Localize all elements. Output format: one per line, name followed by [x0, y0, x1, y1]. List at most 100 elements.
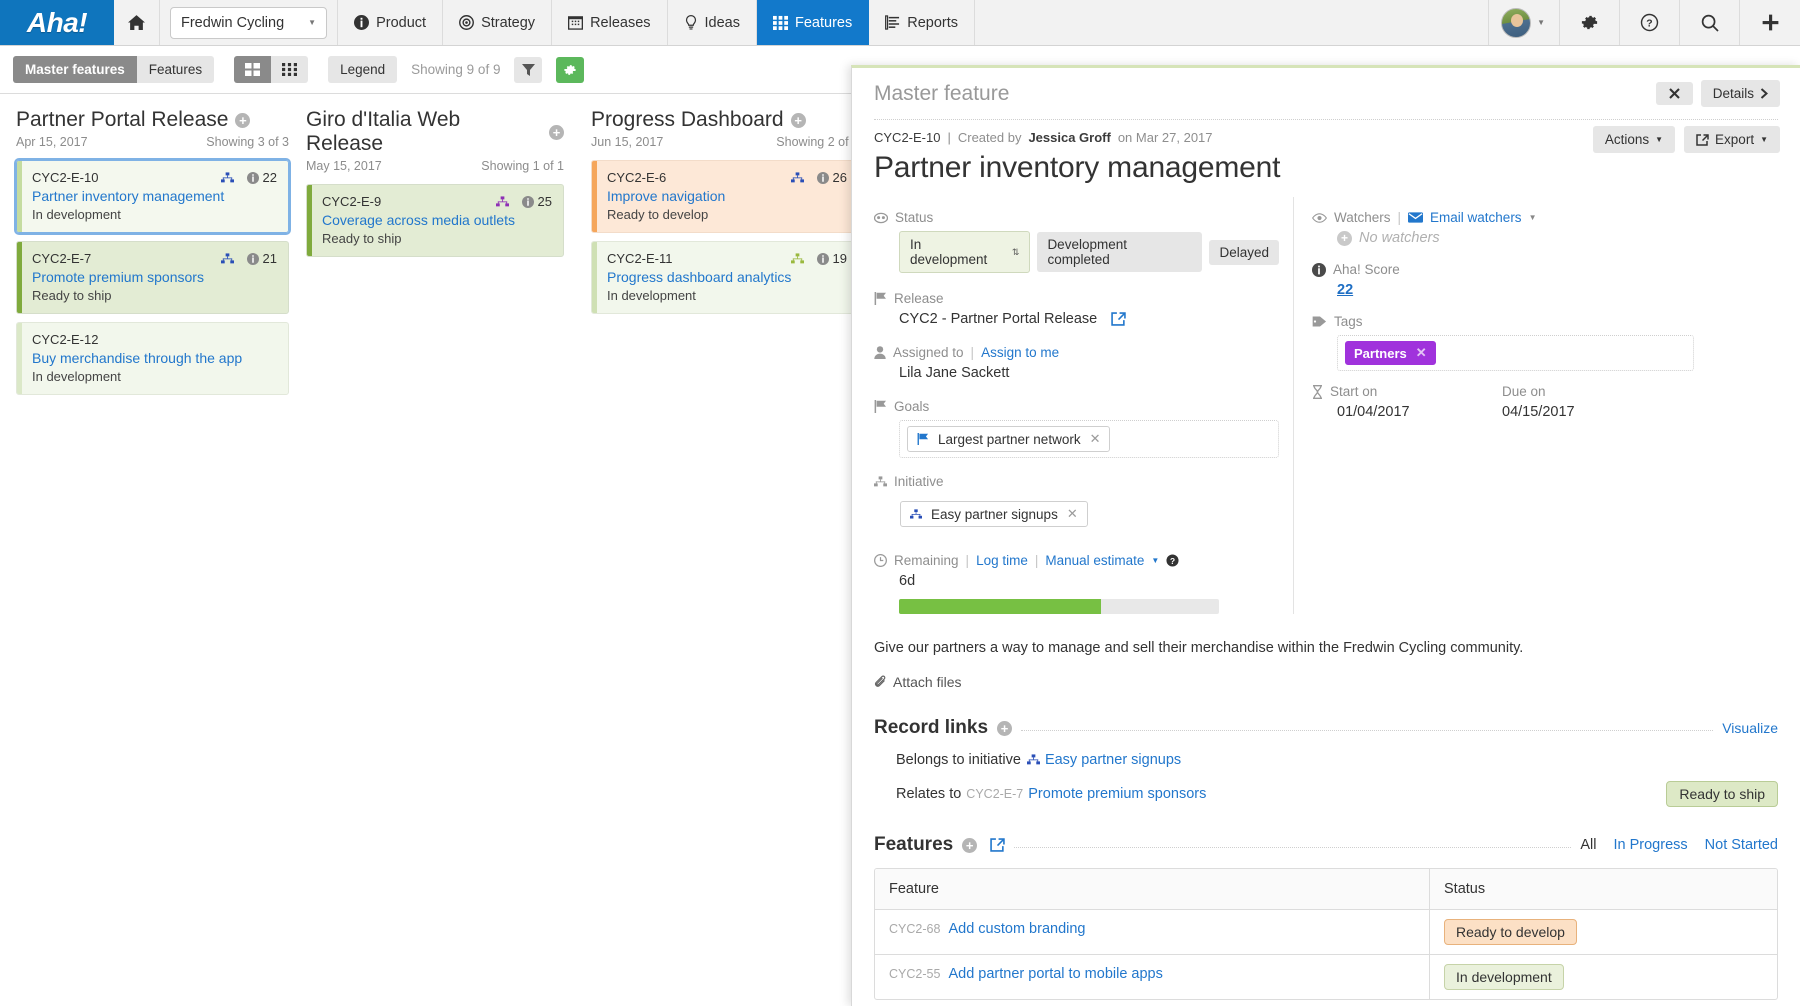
card-score-value: 26: [833, 170, 847, 185]
remove-icon[interactable]: ✕: [1416, 345, 1427, 361]
card-title[interactable]: Partner inventory management: [32, 188, 277, 204]
add-record-link-icon[interactable]: +: [997, 721, 1012, 736]
filter-button[interactable]: [514, 57, 542, 83]
updown-arrows-icon: ⇅: [1012, 248, 1020, 257]
add-feature-icon[interactable]: +: [962, 838, 977, 853]
table-row[interactable]: CYC2-68 Add custom branding Ready to dev…: [875, 910, 1777, 955]
feature-card[interactable]: CYC2-E-11 19 Progress dashboard a: [591, 241, 859, 314]
aha-logo[interactable]: Aha!: [0, 0, 114, 45]
feature-name-link[interactable]: Add partner portal to mobile apps: [948, 966, 1162, 982]
feature-card[interactable]: CYC2-E-7 21 Promote premium spons: [16, 241, 289, 314]
user-menu[interactable]: ▼: [1489, 0, 1560, 45]
visualize-link[interactable]: Visualize: [1722, 720, 1778, 736]
cards-view-button[interactable]: [234, 56, 271, 83]
features-tab-all[interactable]: All: [1580, 837, 1596, 853]
due-date-value[interactable]: 04/15/2017: [1502, 404, 1692, 420]
email-watchers-link[interactable]: Email watchers: [1430, 210, 1522, 225]
nav-item-ideas[interactable]: Ideas: [668, 0, 757, 45]
chevron-down-icon[interactable]: ▼: [1151, 556, 1159, 565]
card-id: CYC2-E-6: [607, 170, 791, 185]
feature-card[interactable]: CYC2-E-10 22 Partner inventory ma: [16, 160, 289, 233]
card-score: 25: [522, 194, 552, 209]
actions-button[interactable]: Actions ▼: [1593, 126, 1675, 153]
card-title[interactable]: Progress dashboard analytics: [607, 269, 847, 285]
help-button[interactable]: ?: [1620, 0, 1680, 45]
nav-item-product[interactable]: Product: [338, 0, 443, 45]
settings-button[interactable]: [1560, 0, 1620, 45]
remove-icon[interactable]: ✕: [1090, 431, 1101, 447]
top-navigation-bar: Aha! Fredwin Cycling ▼ Product Strategy …: [0, 0, 1800, 46]
estimate-mode-link[interactable]: Manual estimate: [1045, 553, 1144, 568]
features-tab-not-started[interactable]: Not Started: [1705, 837, 1778, 853]
attach-files-button[interactable]: Attach files: [852, 656, 1800, 690]
record-links-header: Record links + Visualize: [852, 690, 1800, 739]
nav-item-features[interactable]: Features: [757, 0, 869, 45]
record-link-target[interactable]: Easy partner signups: [1045, 752, 1181, 768]
product-selector[interactable]: Fredwin Cycling ▼: [170, 7, 327, 39]
table-row[interactable]: CYC2-55 Add partner portal to mobile app…: [875, 955, 1777, 999]
detail-action-buttons: Actions ▼ Export ▼: [1593, 126, 1780, 153]
status-option-delayed[interactable]: Delayed: [1209, 240, 1279, 265]
chevron-down-icon[interactable]: ▼: [1529, 213, 1537, 222]
record-link-target[interactable]: Promote premium sponsors: [1028, 786, 1206, 802]
start-date-value[interactable]: 01/04/2017: [1312, 404, 1502, 420]
card-status: In development: [607, 288, 847, 303]
feature-card[interactable]: CYC2-E-6 26 Improve navigation: [591, 160, 859, 233]
feature-card[interactable]: CYC2-E-12 Buy merchandise through the ap…: [16, 322, 289, 395]
gear-icon: [563, 63, 577, 77]
search-button[interactable]: [1680, 0, 1740, 45]
features-tab-in-progress[interactable]: In Progress: [1614, 837, 1688, 853]
close-button[interactable]: [1656, 82, 1693, 105]
feature-card[interactable]: CYC2-E-9 25 Coverage across media: [306, 184, 564, 257]
status-option-development-completed[interactable]: Development completed: [1037, 232, 1202, 272]
tag-token[interactable]: Partners ✕: [1345, 341, 1436, 365]
add-card-icon[interactable]: +: [235, 113, 250, 128]
card-title[interactable]: Promote premium sponsors: [32, 269, 277, 285]
release-label-text: Release: [894, 291, 944, 306]
tab-master-features[interactable]: Master features: [13, 56, 137, 83]
nav-item-label: Ideas: [705, 15, 740, 31]
status-current-select[interactable]: In development ⇅: [899, 231, 1030, 273]
open-external-icon[interactable]: [1111, 312, 1126, 326]
card-title[interactable]: Coverage across media outlets: [322, 212, 552, 228]
tags-token-box[interactable]: Partners ✕: [1337, 335, 1694, 371]
add-card-icon[interactable]: +: [549, 125, 564, 140]
svg-text:?: ?: [1646, 19, 1652, 30]
nav-home-button[interactable]: [114, 0, 160, 45]
chevron-down-icon: ▼: [1760, 135, 1768, 144]
goals-token-box[interactable]: Largest partner network ✕: [899, 420, 1279, 458]
home-icon: [128, 14, 145, 31]
feature-name-link[interactable]: Add custom branding: [948, 921, 1085, 937]
grid-view-button[interactable]: [271, 56, 308, 83]
field-separator: |: [1398, 210, 1402, 225]
assign-to-me-link[interactable]: Assign to me: [981, 345, 1059, 360]
column-date: Apr 15, 2017: [16, 135, 88, 149]
nav-item-strategy[interactable]: Strategy: [443, 0, 552, 45]
cards-view-icon: [245, 63, 260, 76]
add-card-icon[interactable]: +: [791, 113, 806, 128]
card-title[interactable]: Buy merchandise through the app: [32, 350, 277, 366]
detail-description[interactable]: Give our partners a way to manage and se…: [852, 614, 1800, 656]
help-icon[interactable]: ?: [1166, 554, 1179, 567]
add-button[interactable]: [1740, 0, 1800, 45]
add-watcher-icon[interactable]: +: [1337, 231, 1352, 246]
open-external-icon[interactable]: [990, 838, 1005, 852]
board-settings-button[interactable]: [556, 57, 584, 83]
initiative-token[interactable]: Easy partner signups ✕: [900, 501, 1088, 527]
export-button[interactable]: Export ▼: [1684, 126, 1780, 153]
initiative-token-box[interactable]: Easy partner signups ✕: [899, 495, 1279, 533]
assignee-value: Lila Jane Sackett: [874, 365, 1279, 381]
aha-score-value[interactable]: 22: [1312, 282, 1694, 298]
watchers-empty-row[interactable]: + No watchers: [1312, 230, 1694, 246]
details-expand-button[interactable]: Details: [1701, 80, 1780, 107]
tab-features[interactable]: Features: [137, 56, 214, 83]
goal-token[interactable]: Largest partner network ✕: [907, 426, 1110, 452]
legend-button[interactable]: Legend: [328, 56, 397, 83]
card-top-row: CYC2-E-11 19: [607, 251, 847, 266]
nav-item-reports[interactable]: Reports: [869, 0, 975, 45]
nav-item-releases[interactable]: Releases: [552, 0, 667, 45]
card-title[interactable]: Improve navigation: [607, 188, 847, 204]
search-icon: [1700, 13, 1720, 33]
remove-icon[interactable]: ✕: [1067, 506, 1078, 522]
log-time-link[interactable]: Log time: [976, 553, 1028, 568]
